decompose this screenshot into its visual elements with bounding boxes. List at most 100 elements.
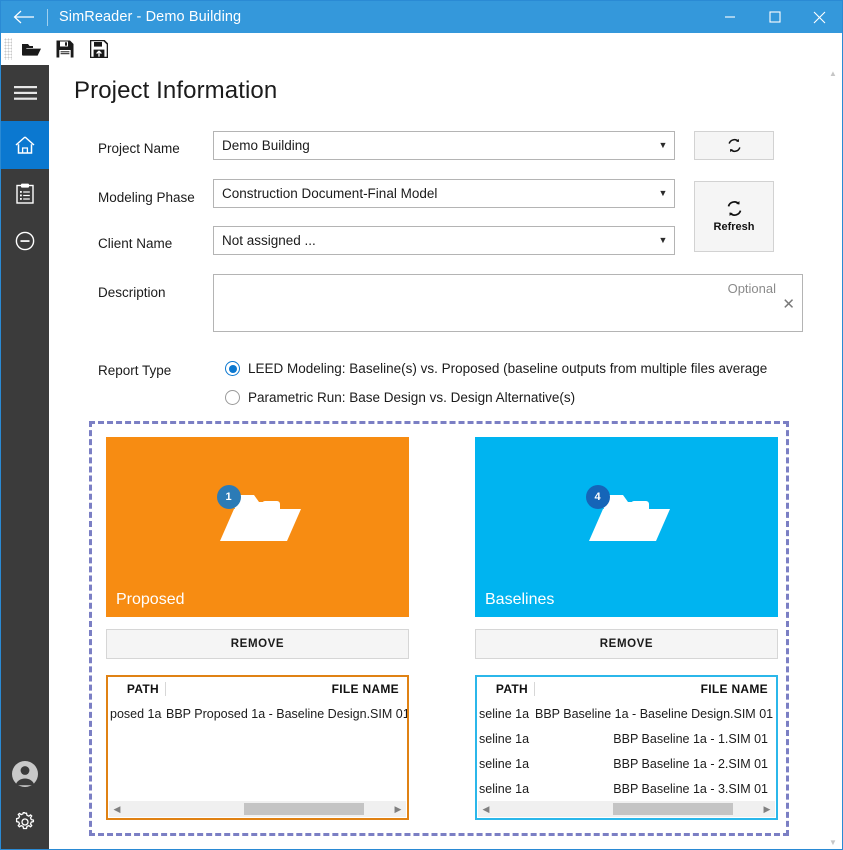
cell-filename: BBP Baseline 1a - 2.SIM 01 xyxy=(613,756,768,771)
description-label: Description xyxy=(98,285,166,300)
page-vertical-scrollbar[interactable]: ▲ ▼ xyxy=(825,65,841,849)
open-file-icon[interactable] xyxy=(14,34,48,64)
home-icon xyxy=(14,135,36,155)
column-header-filename: FILE NAME xyxy=(331,682,399,696)
client-name-value: Not assigned ... xyxy=(222,233,316,248)
hscroll-thumb[interactable] xyxy=(613,803,733,815)
clipboard-icon xyxy=(16,183,34,204)
cell-path: seline 1a xyxy=(479,756,530,771)
hscroll-thumb[interactable] xyxy=(244,803,364,815)
description-placeholder: Optional xyxy=(727,281,776,296)
hscroll-track[interactable] xyxy=(125,801,390,817)
client-name-dropdown[interactable]: Not assigned ... ▼ xyxy=(213,226,675,255)
radio-selected-icon xyxy=(225,361,240,376)
sidebar-item-reports[interactable] xyxy=(1,169,49,217)
refresh-button[interactable]: Refresh xyxy=(694,181,774,252)
proposed-table-hscrollbar[interactable]: ◀ ▶ xyxy=(109,801,406,817)
user-account-icon xyxy=(11,760,39,788)
refresh-icon xyxy=(727,138,742,153)
report-type-option-leed-label: LEED Modeling: Baseline(s) vs. Proposed … xyxy=(248,361,768,376)
project-name-value: Demo Building xyxy=(222,138,310,153)
sidebar-bottom-group xyxy=(1,750,49,846)
clear-x-icon[interactable]: ✕ xyxy=(782,297,795,312)
hscroll-track[interactable] xyxy=(494,801,759,817)
baselines-file-count-badge: 4 xyxy=(585,485,610,509)
scroll-up-arrow-icon[interactable]: ▲ xyxy=(825,65,841,81)
scroll-right-arrow-icon[interactable]: ▶ xyxy=(390,801,406,817)
minus-circle-icon xyxy=(15,231,35,251)
proposed-remove-button[interactable]: REMOVE xyxy=(106,629,409,659)
main-toolbar xyxy=(1,33,842,65)
project-name-dropdown[interactable]: Demo Building ▼ xyxy=(213,131,675,160)
settings-gear-icon xyxy=(15,812,35,832)
modeling-phase-label: Modeling Phase xyxy=(98,190,195,205)
proposed-card[interactable]: 1 Proposed xyxy=(106,437,409,617)
hamburger-menu-icon[interactable] xyxy=(1,65,49,121)
sidebar-item-more[interactable] xyxy=(1,217,49,265)
refresh-project-button[interactable] xyxy=(694,131,774,160)
file-drop-zone[interactable]: 1 Proposed REMOVE PATH FILE NAME posed 1… xyxy=(89,421,789,836)
baselines-table-header: PATH FILE NAME xyxy=(477,677,776,701)
scroll-down-arrow-icon[interactable]: ▼ xyxy=(825,834,841,849)
table-row[interactable]: seline 1a BBP Baseline 1a - 3.SIM 01 xyxy=(477,776,776,801)
title-bar: SimReader - Demo Building xyxy=(1,1,842,33)
navigation-sidebar xyxy=(1,65,49,849)
cell-path: posed 1a xyxy=(110,706,162,721)
sidebar-item-account[interactable] xyxy=(1,750,49,798)
main-content: Project Information Project Name Demo Bu… xyxy=(49,65,820,849)
chevron-down-icon: ▼ xyxy=(658,188,668,198)
scroll-left-arrow-icon[interactable]: ◀ xyxy=(109,801,125,817)
baselines-file-table[interactable]: PATH FILE NAME seline 1a BBP Baseline 1a… xyxy=(475,675,778,820)
report-type-option-parametric-label: Parametric Run: Base Design vs. Design A… xyxy=(248,390,576,405)
page-title: Project Information xyxy=(74,77,278,104)
cell-path: seline 1a xyxy=(479,781,530,796)
cell-filename: BBP Baseline 1a - Baseline Design.SIM 01 xyxy=(535,706,774,721)
cell-filename: BBP Baseline 1a - 3.SIM 01 xyxy=(613,781,768,796)
scroll-right-arrow-icon[interactable]: ▶ xyxy=(759,801,775,817)
toolbar-drag-handle[interactable] xyxy=(4,38,12,60)
table-row[interactable]: posed 1a BBP Proposed 1a - Baseline Desi… xyxy=(108,701,407,726)
project-name-label: Project Name xyxy=(98,141,180,156)
column-header-path: PATH xyxy=(477,682,535,696)
column-header-path: PATH xyxy=(108,682,166,696)
modeling-phase-value: Construction Document-Final Model xyxy=(222,186,438,201)
proposed-card-label: Proposed xyxy=(116,591,185,608)
chevron-down-icon: ▼ xyxy=(658,235,668,245)
close-button[interactable] xyxy=(797,2,842,33)
table-row[interactable]: seline 1a BBP Baseline 1a - 2.SIM 01 xyxy=(477,751,776,776)
proposed-file-table[interactable]: PATH FILE NAME posed 1a BBP Proposed 1a … xyxy=(106,675,409,820)
save-as-icon[interactable] xyxy=(82,34,116,64)
scroll-left-arrow-icon[interactable]: ◀ xyxy=(478,801,494,817)
folder-icon-group: 1 xyxy=(209,479,307,554)
cell-path: seline 1a xyxy=(479,706,530,721)
table-row[interactable]: seline 1a BBP Baseline 1a - 1.SIM 01 xyxy=(477,726,776,751)
table-row[interactable]: seline 1a BBP Baseline 1a - Baseline Des… xyxy=(477,701,776,726)
column-header-filename: FILE NAME xyxy=(700,682,768,696)
baselines-remove-button[interactable]: REMOVE xyxy=(475,629,778,659)
report-type-option-parametric[interactable]: Parametric Run: Base Design vs. Design A… xyxy=(225,390,820,405)
proposed-table-header: PATH FILE NAME xyxy=(108,677,407,701)
title-separator xyxy=(47,8,48,26)
refresh-icon xyxy=(726,200,743,217)
modeling-phase-dropdown[interactable]: Construction Document-Final Model ▼ xyxy=(213,179,675,208)
folder-icon-group: 4 xyxy=(578,479,676,554)
client-name-label: Client Name xyxy=(98,236,173,251)
save-icon[interactable] xyxy=(48,34,82,64)
sidebar-item-settings[interactable] xyxy=(1,798,49,846)
baselines-table-hscrollbar[interactable]: ◀ ▶ xyxy=(478,801,775,817)
report-type-label: Report Type xyxy=(98,363,172,378)
description-input[interactable]: Optional ✕ xyxy=(213,274,803,332)
baselines-card-label: Baselines xyxy=(485,591,555,608)
cell-filename: BBP Baseline 1a - 1.SIM 01 xyxy=(613,731,768,746)
minimize-button[interactable] xyxy=(707,2,752,33)
refresh-button-label: Refresh xyxy=(713,221,755,233)
cell-path: seline 1a xyxy=(479,731,530,746)
sidebar-item-home[interactable] xyxy=(1,121,49,169)
baselines-card[interactable]: 4 Baselines xyxy=(475,437,778,617)
maximize-button[interactable] xyxy=(752,2,797,33)
back-arrow-icon[interactable] xyxy=(1,1,47,33)
cell-filename: BBP Proposed 1a - Baseline Design.SIM 01 xyxy=(166,706,407,721)
report-type-option-leed[interactable]: LEED Modeling: Baseline(s) vs. Proposed … xyxy=(225,361,820,376)
proposed-file-count-badge: 1 xyxy=(216,485,241,509)
window-title: SimReader - Demo Building xyxy=(59,9,242,25)
